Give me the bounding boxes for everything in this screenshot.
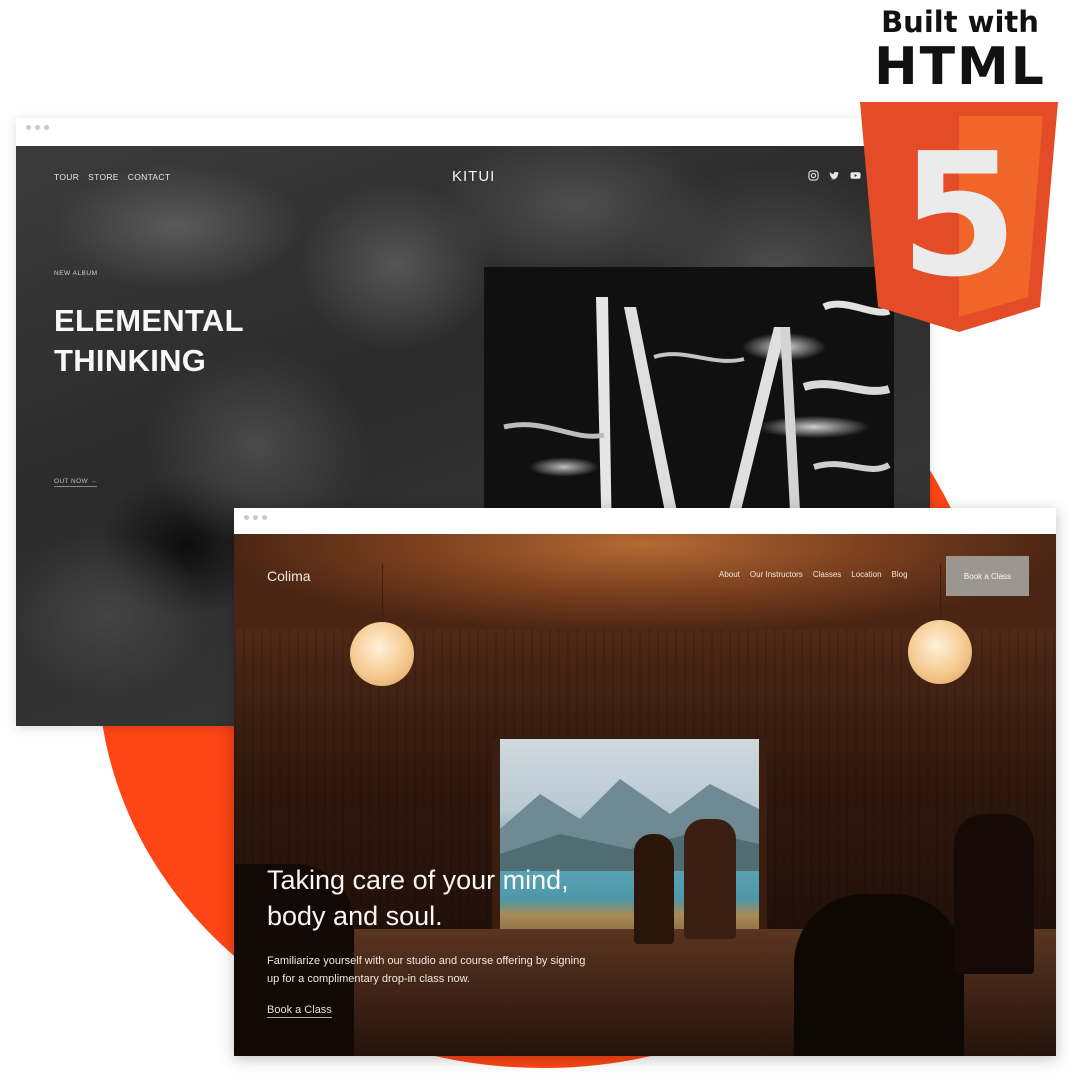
colima-logo[interactable]: Colima: [267, 568, 311, 584]
social-links: [808, 170, 861, 181]
nav-link-contact[interactable]: CONTACT: [128, 172, 171, 182]
book-a-class-button[interactable]: Book a Class: [946, 556, 1029, 596]
hero-subtext-line1: Familiarize yourself with our studio and…: [267, 955, 586, 967]
yoga-practitioner: [634, 834, 674, 944]
album-title: ELEMENTAL THINKING: [54, 301, 244, 381]
hero-headline-line1: Taking care of your mind,: [267, 865, 569, 895]
window-dots: [26, 125, 49, 130]
kitui-logo[interactable]: KITUI: [452, 168, 495, 185]
hero-subtext-line2: up for a complimentary drop-in class now…: [267, 973, 470, 985]
yoga-practitioner: [794, 894, 964, 1056]
kitui-nav: TOUR STORE CONTACT: [54, 172, 170, 182]
yoga-practitioner: [954, 814, 1034, 974]
album-title-line1: ELEMENTAL: [54, 303, 244, 338]
window-title-bar: [16, 118, 930, 146]
hero-ceiling: [234, 534, 1056, 629]
badge-line1: Built with: [881, 5, 1039, 39]
nav-link-classes[interactable]: Classes: [813, 570, 841, 579]
album-eyebrow: NEW ALBUM: [54, 270, 98, 277]
hero-headline: Taking care of your mind, body and soul.: [267, 862, 569, 934]
book-a-class-link[interactable]: Book a Class: [267, 1004, 332, 1018]
colima-hero: Colima About Our Instructors Classes Loc…: [234, 534, 1056, 1056]
badge-line2: HTML: [874, 37, 1046, 97]
nav-link-tour[interactable]: TOUR: [54, 172, 79, 182]
hero-subtext: Familiarize yourself with our studio and…: [267, 952, 627, 988]
window-title-bar: [234, 508, 1056, 534]
out-now-link[interactable]: OUT NOW →: [54, 478, 98, 487]
colima-nav: About Our Instructors Classes Location B…: [719, 570, 908, 579]
pendant-lamp-left: [350, 622, 414, 686]
hero-headline-line2: body and soul.: [267, 901, 443, 931]
nav-link-blog[interactable]: Blog: [892, 570, 908, 579]
browser-window-colima: Colima About Our Instructors Classes Loc…: [234, 508, 1056, 1056]
instagram-icon[interactable]: [808, 170, 819, 181]
twitter-icon[interactable]: [829, 170, 840, 181]
window-dots: [244, 515, 267, 520]
nav-link-store[interactable]: STORE: [88, 172, 119, 182]
pendant-lamp-right: [908, 620, 972, 684]
html5-logo-digit: 5: [900, 117, 1018, 315]
album-title-line2: THINKING: [54, 343, 207, 378]
html5-logo-icon: 5: [860, 102, 1058, 332]
yoga-practitioner: [684, 819, 736, 939]
nav-link-our-instructors[interactable]: Our Instructors: [750, 570, 803, 579]
nav-link-about[interactable]: About: [719, 570, 740, 579]
nav-link-location[interactable]: Location: [851, 570, 881, 579]
built-with-html-badge: Built with HTML: [862, 4, 1058, 94]
